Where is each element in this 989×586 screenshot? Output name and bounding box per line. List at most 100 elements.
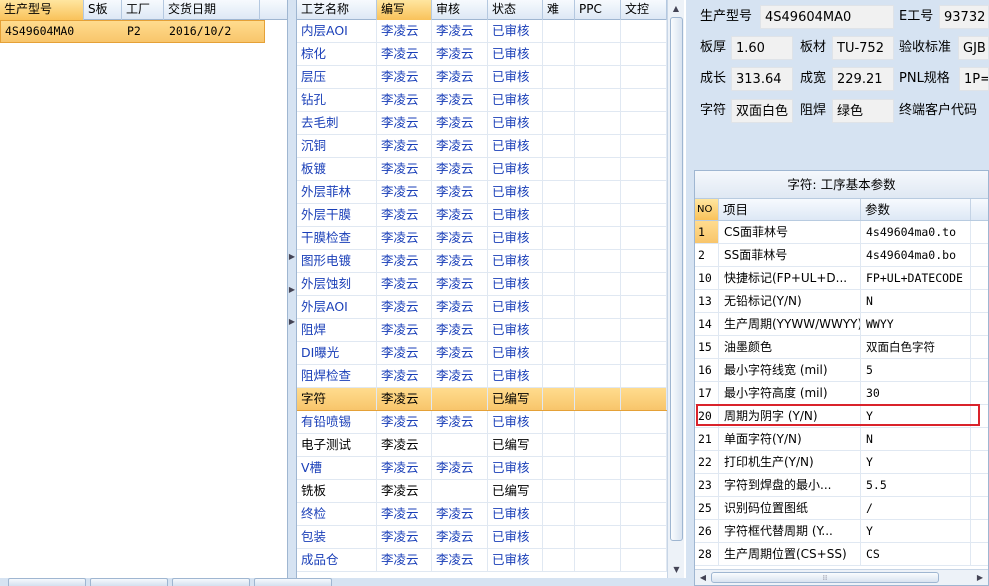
table-row[interactable]: 阻焊检查 李凌云 李凌云 已审核 (297, 365, 667, 388)
table-row[interactable]: 沉铜 李凌云 李凌云 已审核 (297, 135, 667, 158)
table-row[interactable]: 成品仓 李凌云 李凌云 已审核 (297, 549, 667, 572)
param-value[interactable]: N (861, 428, 971, 450)
table-row[interactable]: 15 油墨颜色 双面白色字符 (695, 336, 988, 359)
length-field[interactable]: 313.64 (731, 67, 793, 91)
process-status: 已审核 (488, 66, 543, 88)
pnl-field[interactable]: 1P= (959, 67, 989, 91)
param-value[interactable]: Y (861, 520, 971, 542)
param-value[interactable]: / (861, 497, 971, 519)
scroll-down-icon[interactable]: ▼ (668, 561, 685, 578)
width-field[interactable]: 229.21 (832, 67, 894, 91)
param-value[interactable]: WWYY (861, 313, 971, 335)
order-list-header: 生产型号 S板 工厂 交货日期 (0, 0, 287, 20)
splitter-arrow-icon[interactable]: ▶ (288, 285, 296, 294)
param-value[interactable]: 4s49604ma0.to (861, 221, 971, 243)
thickness-field[interactable]: 1.60 (731, 36, 793, 60)
param-value[interactable]: 5 (861, 359, 971, 381)
scroll-thumb[interactable] (670, 17, 683, 541)
param-value[interactable]: 双面白色字符 (861, 336, 971, 358)
param-value[interactable]: 5.5 (861, 474, 971, 496)
table-row[interactable]: DI曝光 李凌云 李凌云 已审核 (297, 342, 667, 365)
table-row[interactable]: 22 打印机生产(Y/N) Y (695, 451, 988, 474)
table-row[interactable]: 钻孔 李凌云 李凌云 已审核 (297, 89, 667, 112)
scroll-up-icon[interactable]: ▲ (668, 0, 684, 17)
table-row[interactable]: 铣板 李凌云 已编写 (297, 480, 667, 503)
params-hscrollbar[interactable]: ◀ ⁞⁞ ▶ (695, 569, 988, 585)
process-list-scrollbar[interactable]: ▲ ▼ (667, 0, 684, 578)
bottom-tab[interactable] (254, 578, 332, 586)
col-header-ppc[interactable]: PPC (575, 0, 621, 20)
process-name: 板镀 (297, 158, 377, 180)
model-field[interactable]: 4S49604MA0 (760, 5, 894, 29)
table-row[interactable]: 层压 李凌云 李凌云 已审核 (297, 66, 667, 89)
col-header-process-name[interactable]: 工艺名称 (297, 0, 377, 20)
table-row[interactable]: 外层蚀刻 李凌云 李凌云 已审核 (297, 273, 667, 296)
param-value[interactable]: N (861, 290, 971, 312)
char-field[interactable]: 双面白色 (731, 99, 793, 123)
col-header-item[interactable]: 项目 (719, 199, 861, 220)
table-row[interactable]: V槽 李凌云 李凌云 已审核 (297, 457, 667, 480)
table-row[interactable]: 终检 李凌云 李凌云 已审核 (297, 503, 667, 526)
table-row[interactable]: 阻焊 李凌云 李凌云 已审核 (297, 319, 667, 342)
scroll-right-icon[interactable]: ▶ (972, 570, 988, 585)
table-row[interactable]: 外层干膜 李凌云 李凌云 已审核 (297, 204, 667, 227)
scroll-thumb[interactable]: ⁞⁞ (711, 572, 939, 583)
table-row[interactable]: 电子测试 李凌云 已编写 (297, 434, 667, 457)
col-header-reviewer[interactable]: 审核 (432, 0, 488, 20)
table-row[interactable]: 外层AOI 李凌云 李凌云 已审核 (297, 296, 667, 319)
param-value[interactable]: CS (861, 543, 971, 565)
col-header-factory[interactable]: 工厂 (122, 0, 164, 20)
standard-field[interactable]: GJB (958, 36, 989, 60)
param-no: 17 (695, 382, 719, 404)
table-row[interactable]: 包装 李凌云 李凌云 已审核 (297, 526, 667, 549)
col-header-writer[interactable]: 编写 (377, 0, 432, 20)
param-value[interactable]: Y (861, 405, 971, 427)
table-row[interactable]: 28 生产周期位置(CS+SS) CS (695, 543, 988, 566)
table-row[interactable]: 去毛刺 李凌云 李凌云 已审核 (297, 112, 667, 135)
table-row[interactable]: 有铅喷锡 李凌云 李凌云 已审核 (297, 411, 667, 434)
table-row[interactable]: 21 单面字符(Y/N) N (695, 428, 988, 451)
table-row[interactable]: 字符 李凌云 已编写 (297, 388, 667, 411)
col-header-model[interactable]: 生产型号 (0, 0, 84, 20)
process-writer: 李凌云 (377, 296, 432, 318)
table-row[interactable]: 图形电镀 李凌云 李凌云 已审核 (297, 250, 667, 273)
table-row[interactable]: 17 最小字符高度 (mil) 30 (695, 382, 988, 405)
param-value[interactable]: FP+UL+DATECODE (861, 267, 971, 289)
table-row[interactable]: 2 SS面菲林号 4s49604ma0.bo (695, 244, 988, 267)
col-header-status[interactable]: 状态 (488, 0, 543, 20)
col-header-difficulty[interactable]: 难 (543, 0, 575, 20)
col-header-value[interactable]: 参数 (861, 199, 971, 220)
param-value[interactable]: 30 (861, 382, 971, 404)
param-value[interactable]: Y (861, 451, 971, 473)
table-row[interactable]: 10 快捷标记(FP+UL+D... FP+UL+DATECODE (695, 267, 988, 290)
process-reviewer: 李凌云 (432, 549, 488, 571)
col-header-no[interactable]: NO (695, 199, 719, 220)
splitter-arrow-icon[interactable]: ▶ (288, 317, 296, 326)
table-row[interactable]: 23 字符到焊盘的最小... 5.5 (695, 474, 988, 497)
table-row[interactable]: 16 最小字符线宽 (mil) 5 (695, 359, 988, 382)
table-row[interactable]: 内层AOI 李凌云 李凌云 已审核 (297, 20, 667, 43)
table-row[interactable]: 13 无铅标记(Y/N) N (695, 290, 988, 313)
table-row[interactable]: 干膜检查 李凌云 李凌云 已审核 (297, 227, 667, 250)
solder-field[interactable]: 绿色 (832, 99, 894, 123)
col-header-sboard[interactable]: S板 (84, 0, 122, 20)
table-row[interactable]: 20 周期为阴字 (Y/N) Y (695, 405, 988, 428)
param-value[interactable]: 4s49604ma0.bo (861, 244, 971, 266)
table-row[interactable]: 25 识别码位置图纸 / (695, 497, 988, 520)
eno-field[interactable]: 93732 (939, 5, 989, 29)
bottom-tab[interactable] (8, 578, 86, 586)
table-row[interactable]: 板镀 李凌云 李凌云 已审核 (297, 158, 667, 181)
col-header-delivery-date[interactable]: 交货日期 (164, 0, 260, 20)
splitter-arrow-icon[interactable]: ▶ (288, 252, 296, 261)
table-row[interactable]: 棕化 李凌云 李凌云 已审核 (297, 43, 667, 66)
bottom-tab[interactable] (90, 578, 168, 586)
table-row[interactable]: 4S49604MA0 P2 2016/10/2 (0, 20, 265, 43)
table-row[interactable]: 14 生产周期(YYWW/WWYY) WWYY (695, 313, 988, 336)
table-row[interactable]: 1 CS面菲林号 4s49604ma0.to (695, 221, 988, 244)
bottom-tab[interactable] (172, 578, 250, 586)
material-field[interactable]: TU-752 (832, 36, 894, 60)
table-row[interactable]: 外层菲林 李凌云 李凌云 已审核 (297, 181, 667, 204)
col-header-doc-control[interactable]: 文控 (621, 0, 667, 20)
table-row[interactable]: 26 字符框代替周期 (Y... Y (695, 520, 988, 543)
scroll-left-icon[interactable]: ◀ (695, 570, 711, 585)
